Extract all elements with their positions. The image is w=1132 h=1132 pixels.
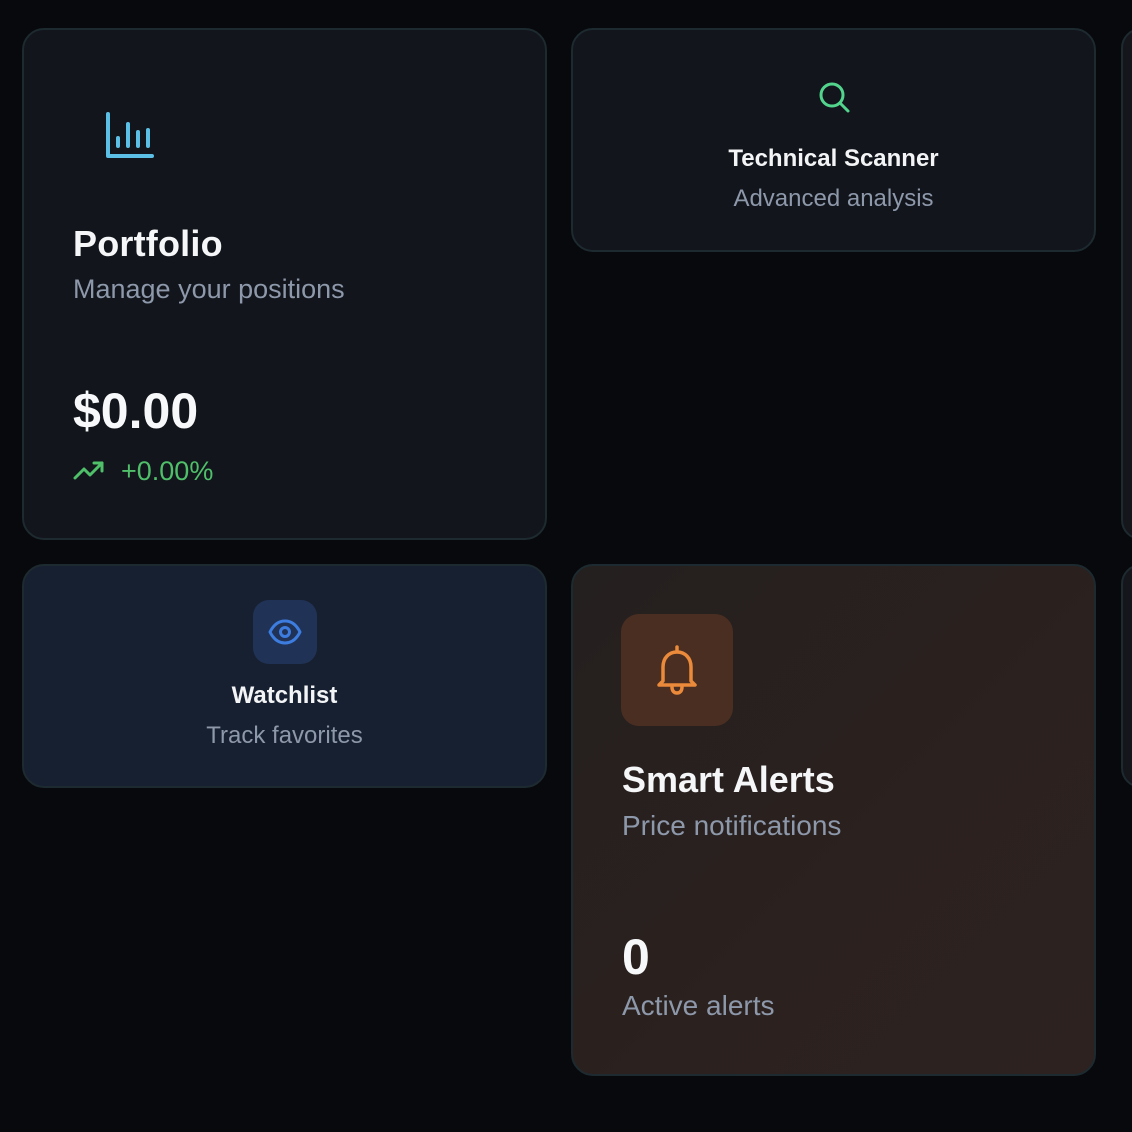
portfolio-title: Portfolio	[73, 223, 223, 264]
scanner-title: Technical Scanner	[728, 145, 939, 172]
portfolio-subtitle: Manage your positions	[73, 274, 345, 304]
alerts-subtitle: Price notifications	[622, 810, 842, 841]
offscreen-card-bottom[interactable]	[1121, 564, 1132, 788]
bell-icon	[657, 645, 697, 695]
portfolio-change: +0.00%	[121, 455, 214, 486]
alerts-title: Smart Alerts	[622, 759, 835, 800]
trending-up-icon	[73, 461, 104, 480]
offscreen-card-top[interactable]	[1121, 28, 1132, 540]
scanner-subtitle: Advanced analysis	[733, 185, 934, 212]
alerts-icon-box	[621, 614, 733, 726]
eye-icon	[268, 619, 302, 645]
watchlist-icon-box	[253, 600, 317, 664]
watchlist-card[interactable]: Watchlist Track favorites	[22, 564, 547, 788]
portfolio-change-row: +0.00%	[73, 455, 213, 487]
watchlist-title: Watchlist	[231, 682, 338, 709]
portfolio-card[interactable]: Portfolio Manage your positions $0.00 +0…	[22, 28, 547, 540]
bar-chart-icon	[106, 112, 154, 158]
active-alerts-label: Active alerts	[622, 990, 775, 1021]
active-alerts-count: 0	[622, 929, 650, 985]
watchlist-subtitle: Track favorites	[206, 722, 363, 749]
technical-scanner-card[interactable]: Technical Scanner Advanced analysis	[571, 28, 1096, 252]
smart-alerts-card[interactable]: Smart Alerts Price notifications 0 Activ…	[571, 564, 1096, 1076]
portfolio-value: $0.00	[73, 383, 199, 439]
search-icon	[819, 82, 850, 113]
